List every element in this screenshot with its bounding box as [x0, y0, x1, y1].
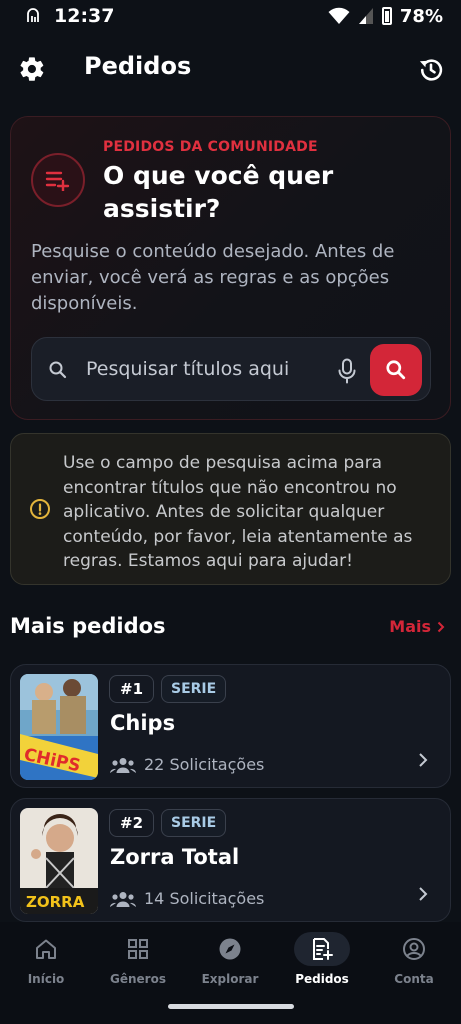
type-badge: SERIE [161, 809, 227, 837]
request-badge [31, 153, 85, 207]
rank-badge: #1 [109, 675, 155, 703]
home-icon [36, 939, 56, 959]
gear-icon[interactable] [18, 55, 46, 83]
playlist-add-icon [45, 171, 70, 191]
type-badge: SERIE [161, 675, 227, 703]
nav-item-conta[interactable]: Conta [374, 932, 454, 986]
nav-label: Início [27, 972, 65, 986]
rank-badge: #2 [109, 809, 155, 837]
request-count: 22 Solicitações [110, 755, 264, 774]
poster-image: ZORRA [20, 808, 98, 914]
status-time: 12:37 [54, 5, 115, 27]
battery-level: 78% [399, 5, 443, 27]
request-title: Zorra Total [110, 845, 240, 869]
info-icon [30, 499, 50, 519]
search-icon [49, 361, 67, 379]
poster-title: ZORRA [26, 893, 85, 911]
info-notice: Use o campo de pesquisa acima para encon… [10, 433, 451, 585]
app-header: Pedidos [0, 48, 461, 92]
compass-icon [219, 938, 241, 960]
more-link-label: Mais [389, 617, 431, 636]
nav-label: Conta [394, 972, 434, 986]
request-count: 14 Solicitações [110, 889, 264, 908]
request-count-label: 22 Solicitações [144, 755, 265, 774]
search-button[interactable] [370, 344, 422, 396]
more-link[interactable]: Mais [389, 617, 445, 636]
nav-item-pedidos[interactable]: Pedidos [282, 932, 362, 986]
request-card[interactable]: CHiPS #1 SERIE Chips 22 Solicitações [10, 664, 451, 788]
request-count-label: 14 Solicitações [144, 889, 265, 908]
request-card[interactable]: ZORRA #2 SERIE Zorra Total 14 Solicitaçõ… [10, 798, 451, 922]
nav-label: Explorar [201, 972, 259, 986]
notification-icon [27, 8, 39, 22]
search-bar[interactable]: Pesquisar títulos aqui [31, 337, 431, 401]
group-icon [110, 757, 136, 773]
history-icon[interactable] [417, 56, 445, 84]
microphone-icon[interactable] [336, 358, 358, 384]
community-request-card: PEDIDOS DA COMUNIDADE O que você quer as… [10, 116, 451, 420]
community-description: Pesquise o conteúdo desejado. Antes de e… [31, 241, 395, 314]
nav-label: Pedidos [295, 972, 349, 986]
home-indicator[interactable] [168, 1004, 294, 1009]
search-input[interactable]: Pesquisar títulos aqui [86, 358, 321, 380]
page-title: Pedidos [84, 52, 192, 80]
grid-icon [128, 939, 148, 959]
nav-item-generos[interactable]: Gêneros [98, 932, 178, 986]
nav-item-explorar[interactable]: Explorar [190, 932, 270, 986]
section-title: Mais pedidos [10, 614, 166, 638]
nav-item-inicio[interactable]: Início [6, 932, 86, 986]
chevron-right-icon [437, 621, 445, 632]
request-title: Chips [110, 711, 176, 735]
community-heading: O que você quer assistir? [103, 161, 334, 223]
status-bar: 12:37 78% [0, 0, 461, 32]
account-icon [403, 938, 425, 960]
chevron-right-icon [419, 887, 428, 901]
request-icon [313, 938, 333, 960]
group-icon [110, 891, 136, 907]
nav-label: Gêneros [110, 972, 166, 986]
signal-icon [358, 8, 373, 24]
chevron-right-icon [419, 753, 428, 767]
battery-icon [381, 7, 392, 25]
community-kicker: PEDIDOS DA COMUNIDADE [103, 139, 318, 155]
poster-image: CHiPS [20, 674, 98, 780]
wifi-icon [328, 7, 350, 24]
info-text: Use o campo de pesquisa acima para encon… [63, 453, 413, 571]
search-icon [386, 360, 406, 380]
